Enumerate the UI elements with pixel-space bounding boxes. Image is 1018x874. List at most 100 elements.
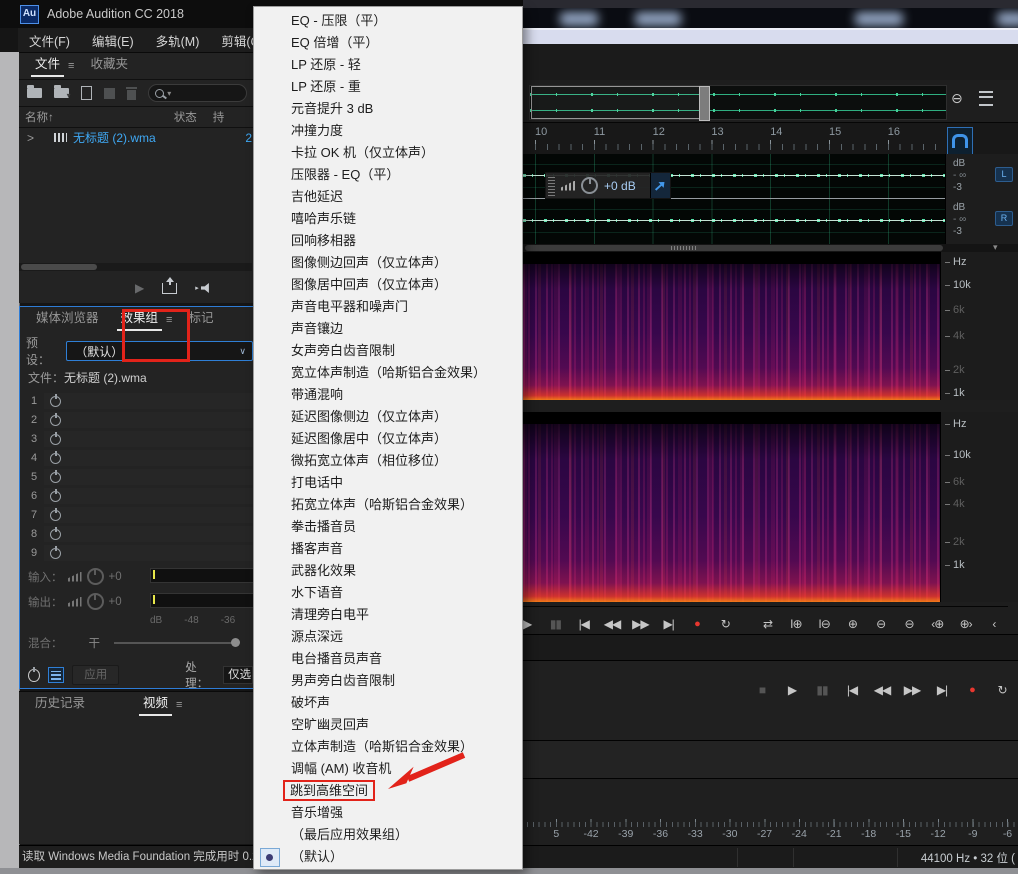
skip-to-end-button[interactable]: ▶| (927, 683, 957, 697)
preset-menu-item[interactable]: 宽立体声制造（哈斯铝合金效果） (254, 362, 522, 384)
zoom-out-full-button[interactable]: ⊖ (895, 617, 923, 631)
preset-menu-item[interactable]: 音乐增强 (254, 802, 522, 824)
fast-forward-button[interactable]: ▶▶ (897, 683, 927, 697)
zoom-out-time-button[interactable]: ⊖ (867, 617, 895, 631)
panel-menu-icon[interactable]: ≡ (176, 699, 182, 718)
skip-to-end-button[interactable]: ▶| (654, 617, 682, 631)
zoom-to-out-point-button[interactable]: ⊕› (951, 617, 979, 631)
record-button[interactable]: ● (683, 618, 711, 630)
time-ruler[interactable]: 10111213141516 (523, 122, 1018, 155)
expand-chevron-icon[interactable]: > (27, 131, 34, 145)
preset-menu-item[interactable]: 电台播音员声音 (254, 648, 522, 670)
effect-slot[interactable]: 9 (24, 545, 253, 561)
preset-menu-item[interactable]: 嘻哈声乐链 (254, 208, 522, 230)
preset-menu-item[interactable]: 播客声音 (254, 538, 522, 560)
play-button[interactable]: ▶ (777, 683, 807, 697)
preset-menu-item[interactable]: 回响移相器 (254, 230, 522, 252)
effect-slot[interactable]: 8 (24, 526, 253, 542)
gain-hud[interactable]: +0 dB (545, 172, 671, 199)
preset-menu-item[interactable]: 女声旁白齿音限制 (254, 340, 522, 362)
rack-list-icon[interactable] (48, 667, 65, 683)
editor-list-icon[interactable] (979, 91, 993, 106)
loop-playback-button[interactable]: ↻ (711, 617, 739, 631)
preset-menu-item[interactable]: 压限器 - EQ（平） (254, 164, 522, 186)
preset-menu-item[interactable]: EQ - 压限（平） (254, 10, 522, 32)
menu-bar-item[interactable]: 编辑(E) (81, 31, 145, 50)
preset-menu-item[interactable]: 打电话中 (254, 472, 522, 494)
output-gain-knob[interactable] (87, 593, 104, 610)
preset-menu-item[interactable]: 延迟图像居中（仅立体声） (254, 428, 522, 450)
skip-to-start-button[interactable]: |◀ (570, 617, 598, 631)
apply-button[interactable]: 应用 (72, 665, 119, 685)
preset-menu-item[interactable]: 图像居中回声（仅立体声） (254, 274, 522, 296)
fast-forward-button[interactable]: ▶▶ (626, 617, 654, 631)
channel-right-button[interactable]: R (995, 211, 1013, 226)
preset-menu-item[interactable]: 冲撞力度 (254, 120, 522, 142)
stop-button[interactable]: ■ (747, 683, 777, 697)
preset-menu-item[interactable]: 微拓宽立体声（相位移位） (254, 450, 522, 472)
spectrogram-right-channel[interactable] (523, 412, 940, 602)
zoom-in-amplitude-button[interactable]: I⊕ (782, 617, 810, 631)
overview-selection[interactable] (531, 86, 703, 119)
tab-history[interactable]: 历史记录 (29, 692, 91, 718)
snap-toggle[interactable] (947, 127, 973, 155)
preset-menu-item[interactable]: （默认） (254, 846, 522, 868)
preset-menu-item[interactable]: LP 还原 - 重 (254, 76, 522, 98)
preset-menu-item[interactable]: 图像侧边回声（仅立体声） (254, 252, 522, 274)
preset-menu-item[interactable]: 武器化效果 (254, 560, 522, 582)
hud-grip-icon[interactable] (548, 175, 555, 196)
preset-menu-item[interactable]: 延迟图像侧边（仅立体声） (254, 406, 522, 428)
preset-menu-item[interactable]: 清理旁白电平 (254, 604, 522, 626)
preset-menu-item[interactable]: 声音电平器和噪声门 (254, 296, 522, 318)
play-button[interactable]: ▶ (523, 617, 541, 631)
auto-play-speaker-icon[interactable]: ▸ (195, 283, 213, 294)
overview-navigator[interactable] (529, 85, 947, 120)
effect-slot[interactable]: 3 (24, 431, 253, 447)
search-input[interactable]: ▾ (148, 84, 247, 102)
process-select[interactable]: 仅选 (223, 666, 253, 684)
preset-menu-item[interactable]: 男声旁白齿音限制 (254, 670, 522, 692)
zoom-out-amplitude-button[interactable]: I⊖ (810, 617, 838, 631)
preset-menu-item[interactable]: 元音提升 3 dB (254, 98, 522, 120)
preset-menu-item[interactable]: 带通混响 (254, 384, 522, 406)
zoom-to-in-point-button[interactable]: ‹⊕ (923, 617, 951, 631)
tab-favorites[interactable]: 收藏夹 (84, 53, 134, 79)
effect-slot[interactable]: 2 (24, 412, 253, 428)
tab-media-browser[interactable]: 媒体浏览器 (30, 307, 105, 333)
effect-slot[interactable]: 6 (24, 488, 253, 504)
power-icon[interactable] (50, 415, 61, 426)
loop-playback-button[interactable]: ↻ (987, 683, 1017, 697)
overview-selection-handle[interactable] (699, 86, 710, 121)
effect-slot[interactable]: 7 (24, 507, 253, 523)
zoom-out-full-icon[interactable]: ⊖ (951, 90, 963, 107)
preset-menu-item[interactable]: 声音镶边 (254, 318, 522, 340)
power-icon[interactable] (50, 472, 61, 483)
preset-menu-item[interactable]: EQ 倍增（平） (254, 32, 522, 54)
waveform-display[interactable]: +0 dB (523, 154, 945, 244)
preset-menu-item[interactable]: LP 还原 - 轻 (254, 54, 522, 76)
power-icon[interactable] (50, 529, 61, 540)
record-button[interactable]: ● (957, 684, 987, 696)
column-status[interactable]: 状态 (174, 109, 197, 125)
preset-menu-item[interactable]: 源点深远 (254, 626, 522, 648)
power-icon[interactable] (50, 548, 61, 559)
preset-menu-item[interactable]: 吉他延迟 (254, 186, 522, 208)
power-icon[interactable] (50, 453, 61, 464)
file-row[interactable]: > 无标题 (2).wma 2 (19, 128, 253, 147)
pause-button[interactable]: ▮▮ (807, 683, 837, 697)
mix-slider[interactable] (114, 642, 236, 644)
loop-preview-icon[interactable] (162, 283, 177, 294)
panel-menu-icon[interactable]: ≡ (68, 60, 74, 79)
pin-button[interactable] (650, 173, 670, 198)
preset-menu-item[interactable]: 拓宽立体声（哈斯铝合金效果） (254, 494, 522, 516)
tab-video[interactable]: 视频 (137, 692, 174, 718)
power-icon[interactable] (50, 434, 61, 445)
rack-power-icon[interactable] (28, 669, 40, 682)
power-icon[interactable] (50, 491, 61, 502)
tab-files[interactable]: 文件 (29, 53, 66, 79)
spectrogram-left-channel[interactable] (523, 252, 940, 400)
waveform-scrollbar[interactable]: ▾ (523, 244, 1018, 252)
trash-icon[interactable] (127, 90, 136, 100)
preset-menu-item[interactable]: （最后应用效果组） (254, 824, 522, 846)
gain-knob[interactable] (581, 177, 598, 194)
